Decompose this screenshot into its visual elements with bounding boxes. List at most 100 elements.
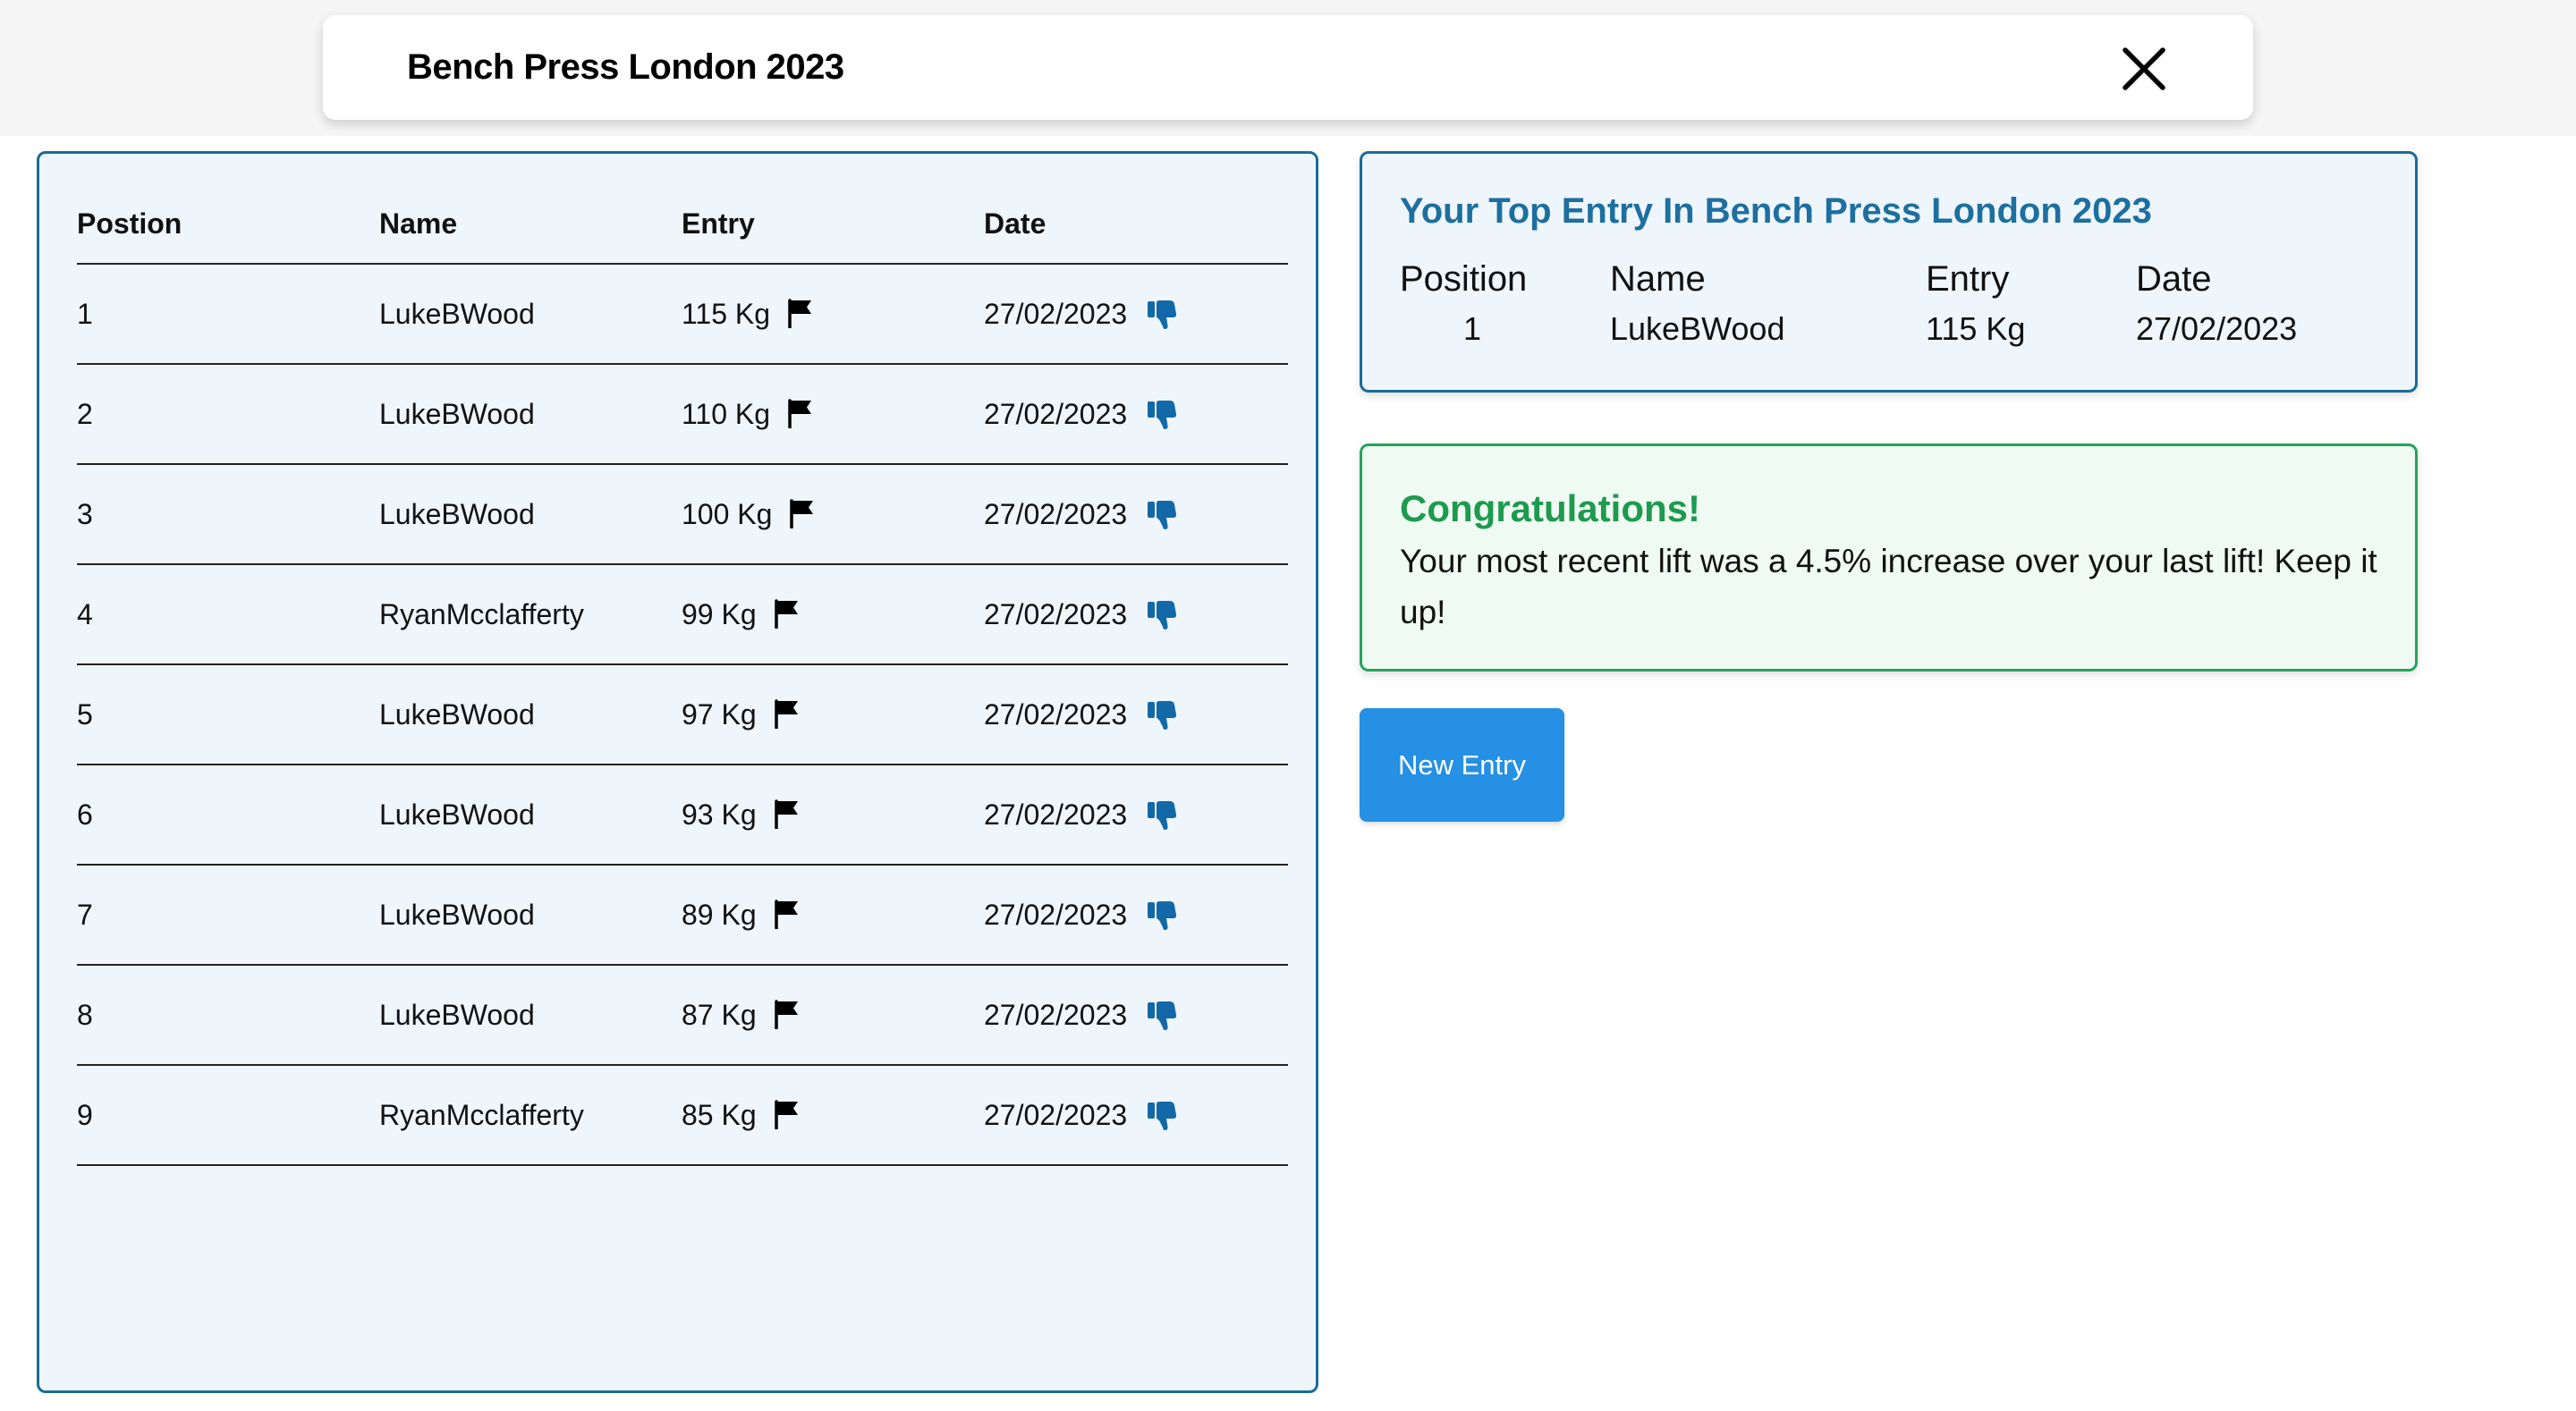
top-entry-date-label: Date — [2136, 259, 2212, 299]
header-bar: Bench Press London 2023 — [323, 15, 2253, 120]
new-entry-button[interactable]: New Entry — [1360, 708, 1564, 822]
row-position: 2 — [77, 398, 93, 430]
congratulations-message: Your most recent lift was a 4.5% increas… — [1400, 543, 2377, 630]
row-position: 1 — [77, 298, 93, 330]
flag-icon[interactable] — [773, 798, 801, 829]
thumbs-down-icon[interactable] — [1147, 799, 1177, 832]
leaderboard-header: Postion Name Entry Date — [77, 190, 1288, 265]
table-row: 8 LukeBWood 87 Kg 27/02/2023 — [77, 966, 1288, 1066]
row-date: 27/02/2023 — [984, 598, 1128, 630]
thumbs-down-icon[interactable] — [1147, 599, 1177, 631]
flag-icon[interactable] — [773, 999, 801, 1029]
congratulations-title: Congratulations! — [1400, 487, 1700, 529]
row-position: 8 — [77, 999, 93, 1031]
flag-icon[interactable] — [786, 398, 815, 428]
row-date: 27/02/2023 — [984, 398, 1128, 430]
thumbs-down-icon[interactable] — [1147, 299, 1177, 331]
row-date: 27/02/2023 — [984, 1099, 1128, 1131]
row-date-cell: 27/02/2023 — [984, 565, 1177, 663]
row-entry-cell: 89 Kg — [682, 866, 801, 964]
row-date: 27/02/2023 — [984, 298, 1128, 330]
row-entry-cell: 100 Kg — [682, 465, 817, 563]
row-date-cell: 27/02/2023 — [984, 1066, 1177, 1164]
top-entry-position-value: 1 — [1463, 310, 1482, 347]
flag-icon[interactable] — [773, 598, 801, 629]
row-entry-cell: 115 Kg — [682, 265, 815, 363]
row-entry: 97 Kg — [682, 698, 757, 731]
row-name: LukeBWood — [379, 999, 535, 1031]
row-position: 5 — [77, 698, 93, 731]
thumbs-down-icon[interactable] — [1147, 499, 1177, 531]
row-date-cell: 27/02/2023 — [984, 765, 1177, 864]
row-entry: 89 Kg — [682, 899, 757, 931]
row-entry: 100 Kg — [682, 498, 773, 530]
row-date-cell: 27/02/2023 — [984, 265, 1177, 363]
flag-icon[interactable] — [786, 298, 815, 328]
column-header-name: Name — [379, 207, 458, 240]
row-name: LukeBWood — [379, 698, 535, 731]
table-row: 7 LukeBWood 89 Kg 27/02/2023 — [77, 866, 1288, 966]
table-row: 5 LukeBWood 97 Kg 27/02/2023 — [77, 665, 1288, 765]
page-title: Bench Press London 2023 — [407, 47, 844, 87]
congratulations-card: Congratulations! Your most recent lift w… — [1360, 444, 2418, 672]
column-header-entry: Entry — [682, 207, 755, 240]
row-date: 27/02/2023 — [984, 999, 1128, 1031]
thumbs-down-icon[interactable] — [1147, 1100, 1177, 1132]
close-icon[interactable] — [2120, 45, 2168, 93]
row-name: LukeBWood — [379, 398, 535, 430]
thumbs-down-icon[interactable] — [1147, 399, 1177, 431]
row-name: LukeBWood — [379, 498, 535, 530]
row-entry: 99 Kg — [682, 598, 757, 630]
thumbs-down-icon[interactable] — [1147, 1000, 1177, 1032]
top-entry-title: Your Top Entry In Bench Press London 202… — [1400, 191, 2152, 231]
row-name: LukeBWood — [379, 298, 535, 330]
row-entry: 110 Kg — [682, 398, 771, 430]
top-entry-entry-value: 115 Kg — [1926, 310, 2026, 347]
row-entry: 93 Kg — [682, 798, 757, 831]
table-row: 4 RyanMcclafferty 99 Kg 27/02/2023 — [77, 565, 1288, 665]
flag-icon[interactable] — [773, 1099, 801, 1129]
row-entry: 85 Kg — [682, 1099, 757, 1131]
table-row: 1 LukeBWood 115 Kg 27/02/2023 — [77, 265, 1288, 365]
row-entry-cell: 87 Kg — [682, 966, 801, 1064]
row-name: RyanMcclafferty — [379, 1099, 584, 1131]
row-date-cell: 27/02/2023 — [984, 866, 1177, 964]
row-name: LukeBWood — [379, 798, 535, 831]
top-entry-name-label: Name — [1610, 259, 1706, 299]
row-date-cell: 27/02/2023 — [984, 465, 1177, 563]
row-date: 27/02/2023 — [984, 498, 1128, 530]
column-header-date: Date — [984, 207, 1046, 240]
thumbs-down-icon[interactable] — [1147, 900, 1177, 932]
row-position: 4 — [77, 598, 93, 630]
table-row: 3 LukeBWood 100 Kg 27/02/2023 — [77, 465, 1288, 565]
top-entry-name-value: LukeBWood — [1610, 310, 1785, 347]
row-entry: 87 Kg — [682, 999, 757, 1031]
row-position: 6 — [77, 798, 93, 831]
leaderboard-panel: Postion Name Entry Date 1 LukeBWood 115 … — [37, 151, 1318, 1393]
row-date: 27/02/2023 — [984, 798, 1128, 831]
table-row: 9 RyanMcclafferty 85 Kg 27/02/2023 — [77, 1066, 1288, 1166]
flag-icon[interactable] — [773, 698, 801, 729]
thumbs-down-icon[interactable] — [1147, 699, 1177, 731]
row-name: LukeBWood — [379, 899, 535, 931]
flag-icon[interactable] — [773, 899, 801, 929]
row-position: 9 — [77, 1099, 93, 1131]
row-entry-cell: 110 Kg — [682, 365, 815, 463]
row-date: 27/02/2023 — [984, 698, 1128, 731]
row-date-cell: 27/02/2023 — [984, 365, 1177, 463]
row-entry-cell: 93 Kg — [682, 765, 801, 864]
top-entry-entry-label: Entry — [1926, 259, 2010, 299]
table-row: 6 LukeBWood 93 Kg 27/02/2023 — [77, 765, 1288, 866]
leaderboard-rows: 1 LukeBWood 115 Kg 27/02/2023 2 LukeBWoo… — [77, 265, 1288, 1166]
top-entry-position-label: Position — [1400, 259, 1528, 299]
row-date-cell: 27/02/2023 — [984, 665, 1177, 764]
row-date: 27/02/2023 — [984, 899, 1128, 931]
row-position: 3 — [77, 498, 93, 530]
row-date-cell: 27/02/2023 — [984, 966, 1177, 1064]
row-entry-cell: 97 Kg — [682, 665, 801, 764]
row-name: RyanMcclafferty — [379, 598, 584, 630]
top-entry-date-value: 27/02/2023 — [2136, 310, 2298, 347]
flag-icon[interactable] — [788, 498, 817, 528]
table-row: 2 LukeBWood 110 Kg 27/02/2023 — [77, 365, 1288, 465]
top-entry-card: Your Top Entry In Bench Press London 202… — [1360, 151, 2418, 393]
